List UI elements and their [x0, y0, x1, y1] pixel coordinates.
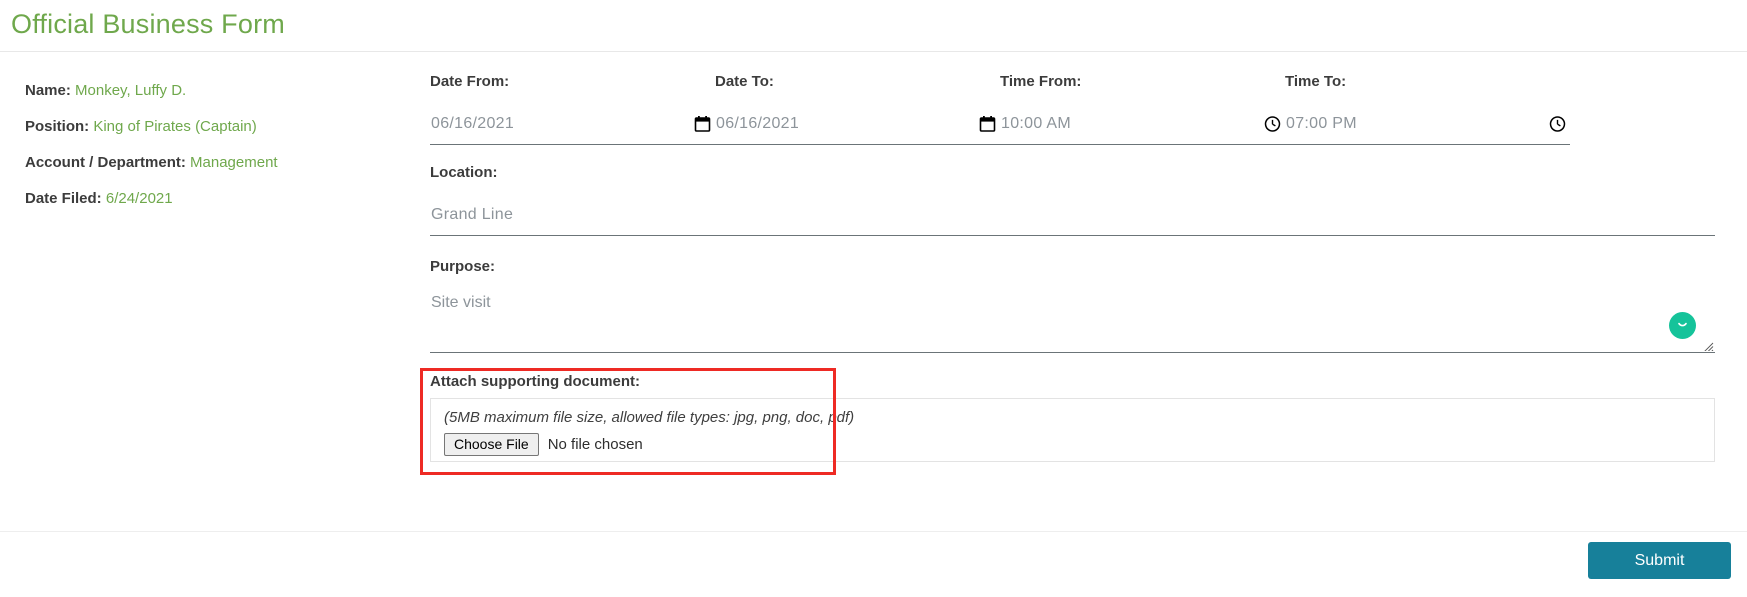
location-input[interactable]: Grand Line: [430, 195, 1715, 236]
label-location: Location:: [430, 164, 498, 181]
date-to-input[interactable]: 06/16/2021: [715, 104, 1000, 145]
purpose-textarea[interactable]: Site visit: [430, 287, 1715, 353]
label-time-from: Time From:: [1000, 73, 1082, 90]
attachment-label: Attach supporting document:: [430, 373, 644, 390]
info-row-date-filed: Date Filed: 6/24/2021: [25, 181, 278, 217]
info-row-name: Name: Monkey, Luffy D.: [25, 73, 278, 109]
time-to-value: 07:00 PM: [1286, 115, 1357, 132]
info-label-date-filed: Date Filed:: [25, 190, 102, 207]
label-time-to: Time To:: [1285, 73, 1347, 90]
info-label-name: Name:: [25, 82, 71, 99]
datetime-row: Date From: 06/16/2021 Date To: 06/16/202…: [430, 73, 1715, 145]
field-group-time-to: Time To: 07:00 PM: [1285, 73, 1570, 145]
choose-file-button[interactable]: Choose File: [444, 433, 539, 456]
info-label-department: Account / Department:: [25, 154, 186, 171]
info-row-department: Account / Department: Management: [25, 145, 278, 181]
location-row: Location: Grand Line: [430, 164, 1715, 236]
submit-button[interactable]: Submit: [1588, 542, 1731, 579]
file-input-row[interactable]: Choose File No file chosen: [444, 433, 854, 456]
attachment-inner: (5MB maximum file size, allowed file typ…: [444, 408, 854, 456]
footer-divider: [0, 531, 1747, 532]
no-file-chosen-label: No file chosen: [547, 436, 643, 453]
purpose-row: Purpose: Site visit: [430, 258, 1715, 353]
location-value: Grand Line: [431, 206, 514, 223]
time-from-value: 10:00 AM: [1001, 115, 1072, 132]
clock-icon[interactable]: [1549, 116, 1566, 133]
label-date-to: Date To:: [715, 73, 774, 90]
date-to-value: 06/16/2021: [716, 115, 800, 132]
field-group-time-from: Time From: 10:00 AM: [1000, 73, 1285, 145]
info-value-position: King of Pirates (Captain): [93, 118, 257, 135]
time-from-input[interactable]: 10:00 AM: [1000, 104, 1285, 145]
info-value-name: Monkey, Luffy D.: [75, 82, 187, 99]
info-label-position: Position:: [25, 118, 90, 135]
info-row-position: Position: King of Pirates (Captain): [25, 109, 278, 145]
page-title: Official Business Form: [11, 9, 285, 39]
header-divider: [0, 51, 1747, 52]
label-date-from: Date From:: [430, 73, 510, 90]
clock-icon[interactable]: [1264, 116, 1281, 133]
label-purpose: Purpose:: [430, 258, 496, 275]
grammar-smiley-icon[interactable]: [1669, 312, 1696, 339]
info-value-department: Management: [190, 154, 278, 171]
field-group-date-to: Date To: 06/16/2021: [715, 73, 1000, 145]
purpose-value: Site visit: [431, 294, 491, 311]
date-from-input[interactable]: 06/16/2021: [430, 104, 715, 145]
employee-info-block: Name: Monkey, Luffy D. Position: King of…: [25, 73, 278, 217]
field-group-date-from: Date From: 06/16/2021: [430, 73, 715, 145]
calendar-icon[interactable]: [979, 116, 996, 133]
attachment-hint-text: (5MB maximum file size, allowed file typ…: [444, 409, 855, 426]
date-from-value: 06/16/2021: [431, 115, 515, 132]
attachment-panel: (5MB maximum file size, allowed file typ…: [430, 398, 1715, 462]
info-value-date-filed: 6/24/2021: [105, 190, 173, 207]
resize-grip-icon[interactable]: [1703, 340, 1714, 351]
calendar-icon[interactable]: [694, 116, 711, 133]
time-to-input[interactable]: 07:00 PM: [1285, 104, 1570, 145]
